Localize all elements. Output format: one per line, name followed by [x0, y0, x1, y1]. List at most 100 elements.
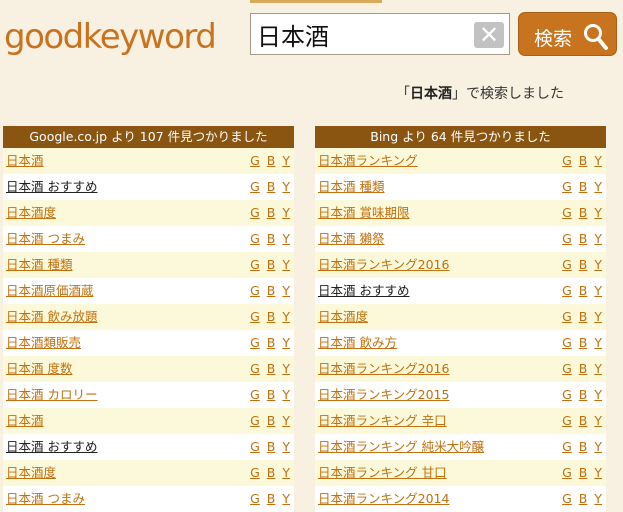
engine-link-b[interactable]: B — [267, 465, 276, 480]
keyword-link[interactable]: 日本酒 飲み放題 — [6, 304, 97, 330]
engine-link-b[interactable]: B — [267, 309, 276, 324]
engine-link-y[interactable]: Y — [594, 387, 602, 402]
engine-link-g[interactable]: G — [562, 205, 572, 220]
engine-link-g[interactable]: G — [250, 283, 260, 298]
engine-link-y[interactable]: Y — [282, 283, 290, 298]
keyword-link[interactable]: 日本酒 賞味期限 — [318, 200, 409, 226]
engine-link-y[interactable]: Y — [282, 491, 290, 506]
engine-link-b[interactable]: B — [579, 465, 588, 480]
engine-link-b[interactable]: B — [267, 283, 276, 298]
engine-link-y[interactable]: Y — [594, 361, 602, 376]
engine-link-g[interactable]: G — [562, 231, 572, 246]
engine-link-g[interactable]: G — [250, 491, 260, 506]
search-button[interactable]: 検索 — [518, 12, 617, 56]
keyword-link[interactable]: 日本酒ランキング 辛口 — [318, 408, 447, 434]
keyword-link[interactable]: 日本酒度 — [318, 304, 368, 330]
engine-link-y[interactable]: Y — [282, 257, 290, 272]
keyword-link[interactable]: 日本酒 つまみ — [6, 226, 85, 252]
engine-link-g[interactable]: G — [250, 309, 260, 324]
keyword-link[interactable]: 日本酒 飲み方 — [318, 330, 397, 356]
keyword-link[interactable]: 日本酒 — [6, 408, 44, 434]
engine-link-g[interactable]: G — [250, 335, 260, 350]
engine-link-g[interactable]: G — [562, 361, 572, 376]
keyword-link[interactable]: 日本酒 度数 — [6, 356, 72, 382]
engine-link-y[interactable]: Y — [594, 283, 602, 298]
engine-link-g[interactable]: G — [562, 179, 572, 194]
engine-link-y[interactable]: Y — [282, 309, 290, 324]
engine-link-b[interactable]: B — [579, 205, 588, 220]
engine-link-y[interactable]: Y — [282, 439, 290, 454]
search-input[interactable] — [250, 13, 510, 55]
keyword-link[interactable]: 日本酒 おすすめ — [6, 434, 97, 460]
keyword-link[interactable]: 日本酒ランキング — [318, 148, 418, 174]
keyword-link[interactable]: 日本酒 おすすめ — [318, 278, 409, 304]
engine-link-b[interactable]: B — [267, 439, 276, 454]
engine-link-b[interactable]: B — [267, 231, 276, 246]
engine-link-y[interactable]: Y — [594, 309, 602, 324]
engine-link-g[interactable]: G — [562, 283, 572, 298]
engine-link-b[interactable]: B — [579, 309, 588, 324]
engine-link-g[interactable]: G — [250, 439, 260, 454]
engine-link-b[interactable]: B — [579, 413, 588, 428]
keyword-link[interactable]: 日本酒ランキング2016 — [318, 252, 449, 278]
engine-link-b[interactable]: B — [579, 153, 588, 168]
engine-link-y[interactable]: Y — [282, 465, 290, 480]
engine-link-b[interactable]: B — [579, 335, 588, 350]
engine-link-g[interactable]: G — [562, 439, 572, 454]
engine-link-y[interactable]: Y — [282, 387, 290, 402]
engine-link-y[interactable]: Y — [594, 231, 602, 246]
engine-link-g[interactable]: G — [250, 413, 260, 428]
keyword-link[interactable]: 日本酒度 — [6, 200, 56, 226]
engine-link-b[interactable]: B — [579, 491, 588, 506]
engine-link-y[interactable]: Y — [594, 257, 602, 272]
engine-link-g[interactable]: G — [250, 361, 260, 376]
engine-link-g[interactable]: G — [562, 387, 572, 402]
engine-link-y[interactable]: Y — [594, 335, 602, 350]
engine-link-y[interactable]: Y — [594, 179, 602, 194]
engine-link-b[interactable]: B — [579, 257, 588, 272]
keyword-link[interactable]: 日本酒 — [6, 148, 44, 174]
engine-link-y[interactable]: Y — [282, 179, 290, 194]
engine-link-b[interactable]: B — [267, 153, 276, 168]
engine-link-b[interactable]: B — [579, 387, 588, 402]
engine-link-b[interactable]: B — [579, 283, 588, 298]
keyword-link[interactable]: 日本酒ランキング2014 — [318, 486, 449, 512]
keyword-link[interactable]: 日本酒 獺祭 — [318, 226, 384, 252]
engine-link-b[interactable]: B — [267, 257, 276, 272]
engine-link-g[interactable]: G — [562, 335, 572, 350]
engine-link-b[interactable]: B — [267, 491, 276, 506]
engine-link-g[interactable]: G — [250, 465, 260, 480]
engine-link-b[interactable]: B — [579, 361, 588, 376]
engine-link-b[interactable]: B — [267, 179, 276, 194]
engine-link-y[interactable]: Y — [594, 491, 602, 506]
engine-link-y[interactable]: Y — [594, 439, 602, 454]
engine-link-y[interactable]: Y — [282, 413, 290, 428]
keyword-link[interactable]: 日本酒ランキング2015 — [318, 382, 449, 408]
engine-link-y[interactable]: Y — [282, 335, 290, 350]
engine-link-y[interactable]: Y — [282, 153, 290, 168]
engine-link-y[interactable]: Y — [282, 361, 290, 376]
engine-link-b[interactable]: B — [267, 413, 276, 428]
engine-link-g[interactable]: G — [562, 413, 572, 428]
engine-link-b[interactable]: B — [579, 179, 588, 194]
engine-link-g[interactable]: G — [250, 179, 260, 194]
keyword-link[interactable]: 日本酒ランキング 甘口 — [318, 460, 447, 486]
engine-link-b[interactable]: B — [267, 387, 276, 402]
engine-link-g[interactable]: G — [250, 387, 260, 402]
engine-link-y[interactable]: Y — [594, 413, 602, 428]
engine-link-y[interactable]: Y — [282, 231, 290, 246]
engine-link-y[interactable]: Y — [282, 205, 290, 220]
engine-link-y[interactable]: Y — [594, 465, 602, 480]
keyword-link[interactable]: 日本酒 おすすめ — [6, 174, 97, 200]
engine-link-b[interactable]: B — [579, 439, 588, 454]
engine-link-g[interactable]: G — [250, 205, 260, 220]
engine-link-b[interactable]: B — [267, 205, 276, 220]
site-logo[interactable]: goodkeyword — [4, 12, 217, 62]
engine-link-g[interactable]: G — [562, 491, 572, 506]
engine-link-y[interactable]: Y — [594, 205, 602, 220]
engine-link-g[interactable]: G — [250, 257, 260, 272]
keyword-link[interactable]: 日本酒 カロリー — [6, 382, 97, 408]
keyword-link[interactable]: 日本酒ランキング 純米大吟醸 — [318, 434, 484, 460]
keyword-link[interactable]: 日本酒 つまみ — [6, 486, 85, 512]
engine-link-b[interactable]: B — [579, 231, 588, 246]
